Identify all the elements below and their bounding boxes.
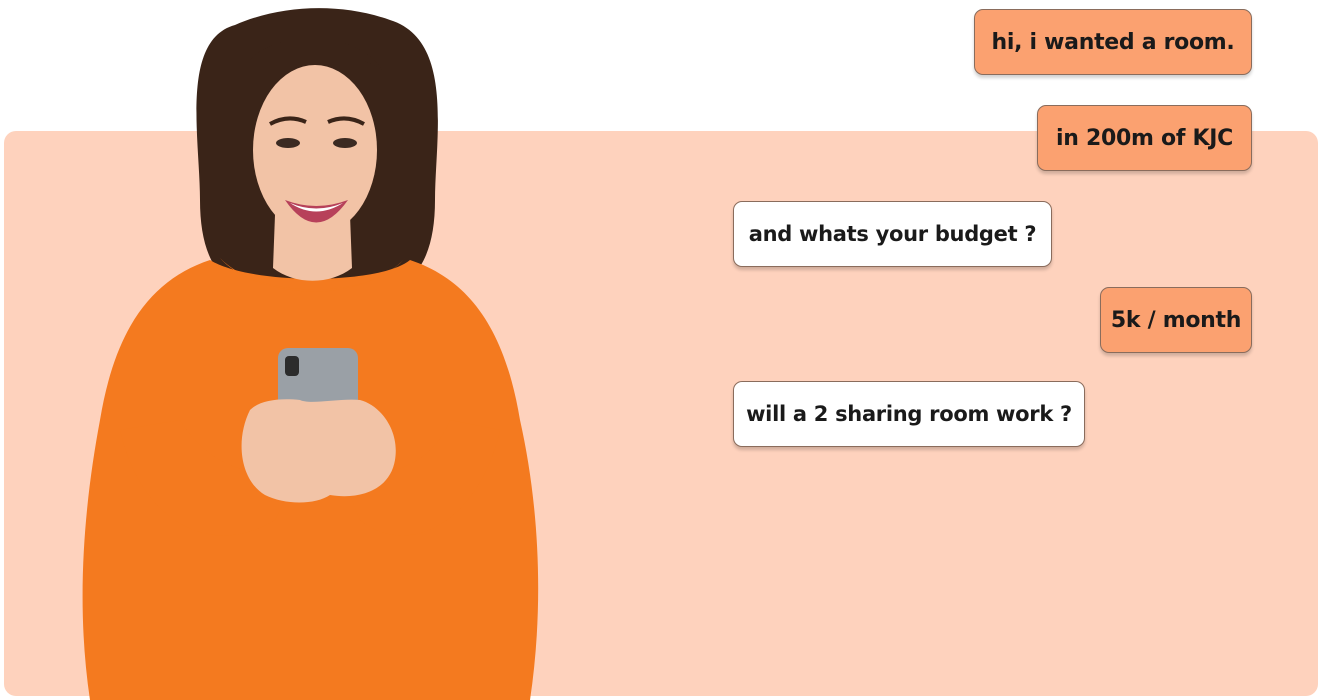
hands — [241, 399, 396, 503]
message-text: in 200m of KJC — [1056, 125, 1233, 151]
right-eye — [333, 138, 357, 148]
chat-message-sent: in 200m of KJC — [1037, 105, 1252, 171]
phone-camera — [285, 356, 299, 376]
message-text: 5k / month — [1110, 307, 1242, 333]
chat-message-sent: hi, i wanted a room. — [974, 9, 1252, 75]
message-text: hi, i wanted a room. — [991, 29, 1235, 55]
chat-message-received: and whats your budget ? — [733, 201, 1052, 267]
message-text: will a 2 sharing room work ? — [746, 402, 1072, 426]
left-eye — [276, 138, 300, 148]
woman-with-phone-illustration — [82, 8, 539, 700]
chat-message-received: will a 2 sharing room work ? — [733, 381, 1085, 447]
chat-hero: hi, i wanted a room. in 200m of KJC and … — [0, 0, 1322, 700]
chat-message-sent: 5k / month — [1100, 287, 1252, 353]
message-text: and whats your budget ? — [748, 222, 1037, 246]
